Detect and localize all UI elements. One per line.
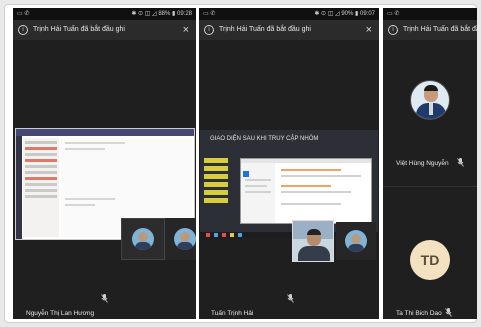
status-bar: ▭ ✆ ✱ ⊙ ◫ ◿ 90% ▮ 09:07 xyxy=(199,8,379,20)
status-readout: ✱ ⊙ ◫ ◿ 90% ▮ 09:07 xyxy=(314,11,375,17)
mic-off-icon xyxy=(457,158,464,167)
close-icon[interactable]: × xyxy=(366,20,372,40)
mic-off-icon xyxy=(101,294,108,303)
notification-icons: ▭ ✆ xyxy=(387,11,400,17)
status-bar: ▭ ✆ xyxy=(383,8,477,20)
participant-avatar xyxy=(345,230,367,252)
mic-off-icon xyxy=(287,294,294,303)
presenter-camera-tile[interactable] xyxy=(292,220,334,262)
slide-highlight-list xyxy=(204,158,228,206)
participant-avatar[interactable] xyxy=(410,80,450,120)
shared-browser-window xyxy=(240,158,372,224)
phone-screen-2: ▭ ✆ ✱ ⊙ ◫ ◿ 90% ▮ 09:07 i Trịnh Hải Tuấn… xyxy=(199,8,379,319)
recording-banner: i Trịnh Hải Tuấn đã bắt đầu ghi × xyxy=(13,20,196,40)
participant-avatar xyxy=(132,228,154,250)
self-view-tile[interactable] xyxy=(336,222,376,260)
participant-name: Ta Thi Bich Dao xyxy=(396,310,442,317)
recording-banner-text: Trịnh Hải Tuấn đã bắt đầu ghi xyxy=(403,26,477,33)
self-view-tile[interactable] xyxy=(165,218,196,260)
tile-divider xyxy=(383,186,477,187)
mic-off-icon xyxy=(445,308,452,317)
initials-avatar[interactable]: TD xyxy=(410,240,450,280)
recording-banner-text: Trịnh Hải Tuấn đã bắt đầu ghi xyxy=(219,26,311,33)
app-logo-icon xyxy=(243,171,249,177)
close-icon[interactable]: × xyxy=(183,20,189,40)
notification-icons: ▭ ✆ xyxy=(203,11,216,17)
phone-screen-1: ▭ ✆ ✱ ⊙ ◫ ◿ 88% ▮ 09:28 i Trịnh Hải Tuấn… xyxy=(13,8,196,319)
info-icon[interactable]: i xyxy=(388,25,398,35)
teams-chat-list xyxy=(23,138,59,237)
recording-banner: i Trịnh Hải Tuấn đã bắt đầu ghi xyxy=(383,20,477,40)
teams-title-bar xyxy=(16,129,194,136)
participant-name: Nguyễn Thị Lan Hương xyxy=(26,310,95,317)
info-icon[interactable]: i xyxy=(18,25,28,35)
participant-tile[interactable] xyxy=(121,218,165,260)
recording-banner: i Trịnh Hải Tuấn đã bắt đầu ghi × xyxy=(199,20,379,40)
shared-slide-title: GIAO DIỆN SAU KHI TRUY CẬP NHÓM xyxy=(210,136,319,142)
participant-name: Tuấn Trịnh Hải xyxy=(211,310,254,317)
participant-avatar xyxy=(174,228,196,250)
participant-name: Việt Hùng Nguyễn xyxy=(396,160,449,167)
teams-app-rail xyxy=(16,136,22,239)
notification-icons: ▭ ✆ xyxy=(17,11,30,17)
info-icon[interactable]: i xyxy=(204,25,214,35)
recording-banner-text: Trịnh Hải Tuấn đã bắt đầu ghi xyxy=(33,26,125,33)
phone-screen-3: ▭ ✆ i Trịnh Hải Tuấn đã bắt đầu ghi Việt… xyxy=(383,8,477,319)
status-readout: ✱ ⊙ ◫ ◿ 88% ▮ 09:28 xyxy=(131,11,192,17)
status-bar: ▭ ✆ ✱ ⊙ ◫ ◿ 88% ▮ 09:28 xyxy=(13,8,196,20)
